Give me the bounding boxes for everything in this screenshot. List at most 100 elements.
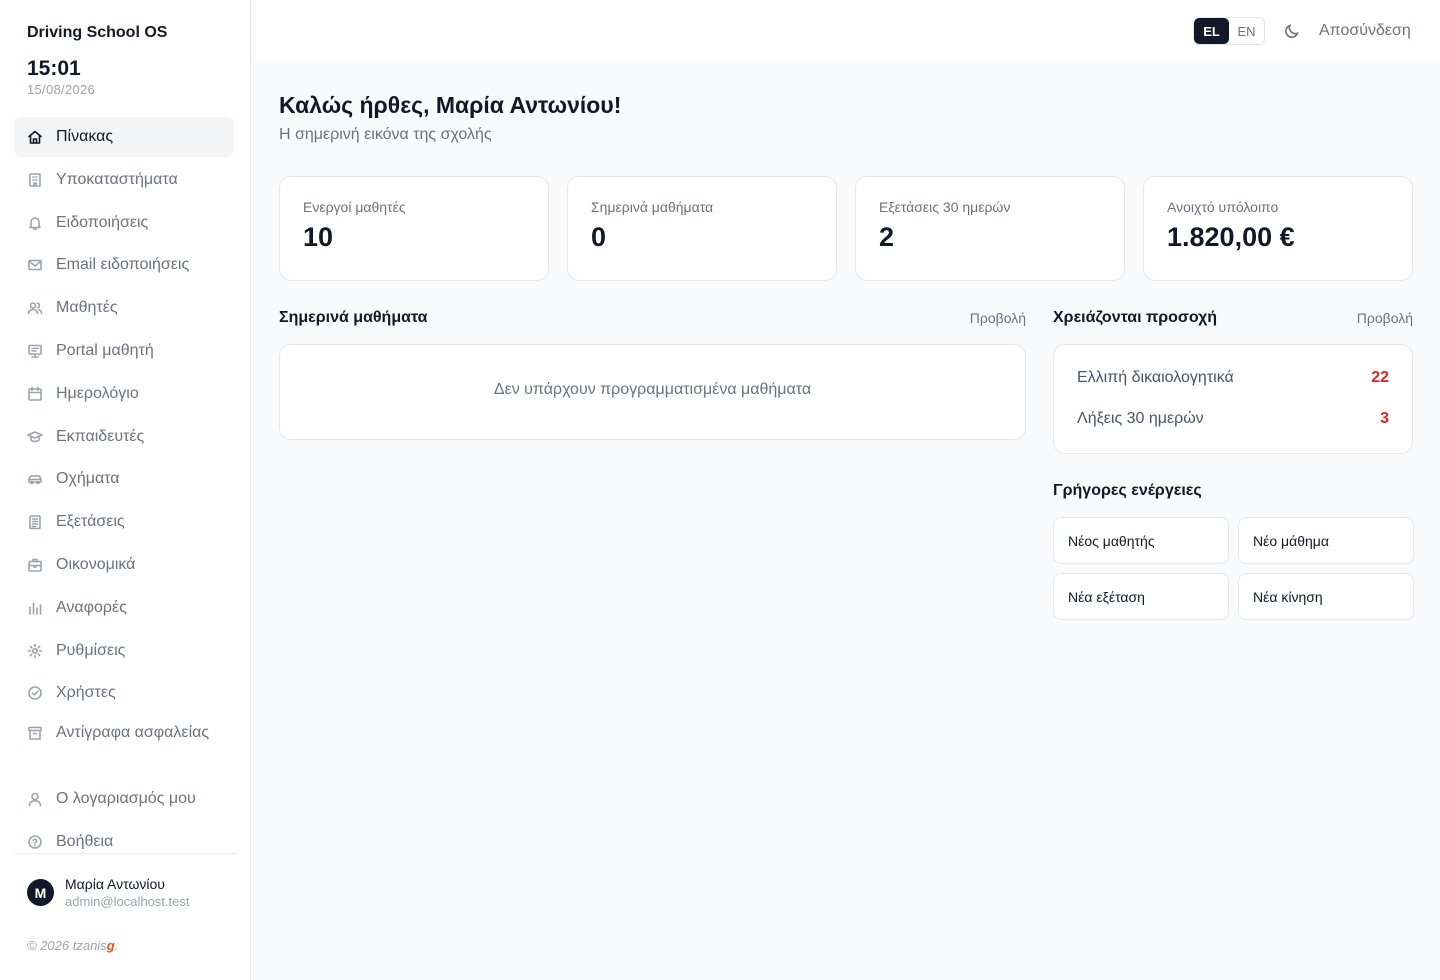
- copyright-accent: g: [106, 938, 115, 953]
- clock-time: 15:01: [27, 57, 81, 80]
- sidebar: Driving School OS 15:01 15/08/2026 Πίνακ…: [0, 0, 251, 980]
- needs-attention-title: Χρειάζονται προσοχή: [1053, 309, 1218, 326]
- lang-en-button[interactable]: EN: [1229, 18, 1264, 44]
- attention-count: 22: [1371, 369, 1389, 386]
- moon-icon[interactable]: [1283, 22, 1301, 40]
- new-lesson-button[interactable]: Νέο μάθημα: [1238, 517, 1414, 564]
- sidebar-divider: [14, 853, 238, 854]
- logout-button[interactable]: Αποσύνδεση: [1319, 22, 1411, 40]
- users-icon: [27, 300, 43, 316]
- language-switch: EL EN: [1193, 17, 1265, 45]
- attention-count: 3: [1380, 410, 1389, 427]
- avatar: M: [27, 879, 54, 906]
- sidebar-item-label: Εξετάσεις: [56, 513, 125, 531]
- help-icon: [27, 834, 43, 849]
- attention-row-expirations[interactable]: Λήξεις 30 ημερών 3: [1077, 410, 1389, 428]
- empty-state-text: Δεν υπάρχουν προγραμματισμένα μαθήματα: [493, 381, 812, 398]
- sidebar-nav: Πίνακας Υποκαταστήματα Ειδοποιήσεις Emai…: [14, 117, 234, 849]
- attention-label: Ελλιπή δικαιολογητικά: [1077, 369, 1234, 386]
- sidebar-item-label: Οικονομικά: [56, 555, 136, 573]
- sidebar-item-instructors[interactable]: Εκπαιδευτές: [14, 417, 234, 457]
- gear-icon: [27, 643, 43, 659]
- user-profile[interactable]: M Μαρία Αντωνίου admin@localhost.test: [27, 876, 189, 909]
- stat-card-open-balance: Ανοιχτό υπόλοιπο 1.820,00 €: [1143, 176, 1413, 281]
- archive-icon: [27, 725, 43, 741]
- sidebar-item-label: Μαθητές: [56, 299, 118, 317]
- app-name: Driving School OS: [27, 24, 168, 41]
- stat-card-active-students: Ενεργοί μαθητές 10: [279, 176, 549, 281]
- mail-icon: [27, 257, 43, 273]
- sidebar-item-backups[interactable]: Αντίγραφα ασφαλείας: [14, 716, 234, 776]
- stat-label: Ενεργοί μαθητές: [303, 199, 406, 215]
- clipboard-icon: [27, 514, 43, 530]
- sidebar-item-dashboard[interactable]: Πίνακας: [14, 117, 234, 157]
- sidebar-item-label: Χρήστες: [56, 684, 116, 702]
- user-name: Μαρία Αντωνίου: [65, 876, 165, 892]
- stat-label: Εξετάσεις 30 ημερών: [879, 199, 1011, 215]
- sidebar-item-finance[interactable]: Οικονομικά: [14, 545, 234, 585]
- page-title: Καλώς ήρθες, Μαρία Αντωνίου!: [279, 92, 622, 118]
- copyright-end: .: [114, 938, 119, 953]
- sidebar-item-label: Πίνακας: [56, 128, 114, 145]
- stat-label: Σημερινά μαθήματα: [591, 199, 714, 215]
- todays-lessons-view-link[interactable]: Προβολή: [970, 310, 1026, 326]
- attention-label: Λήξεις 30 ημερών: [1077, 410, 1204, 427]
- sidebar-item-users[interactable]: Χρήστες: [14, 673, 234, 713]
- briefcase-icon: [27, 557, 43, 573]
- lang-el-button[interactable]: EL: [1194, 18, 1229, 44]
- sidebar-item-label: Οχήματα: [56, 470, 120, 488]
- sidebar-item-email-notifications[interactable]: Email ειδοποιήσεις: [14, 245, 234, 285]
- sidebar-item-label: Email ειδοποιήσεις: [56, 256, 190, 274]
- stat-label: Ανοιχτό υπόλοιπο: [1167, 199, 1279, 215]
- sidebar-item-label: Αναφορές: [56, 598, 127, 616]
- sidebar-item-students[interactable]: Μαθητές: [14, 288, 234, 328]
- todays-lessons-title: Σημερινά μαθήματα: [279, 309, 428, 326]
- new-student-button[interactable]: Νέος μαθητής: [1053, 517, 1229, 564]
- sidebar-item-label: Ο λογαριασμός μου: [56, 789, 196, 807]
- bell-icon: [27, 215, 43, 231]
- building-icon: [27, 172, 43, 188]
- copyright-text: © 2026 tzanis: [27, 938, 107, 953]
- sidebar-item-label: Υποκαταστήματα: [56, 170, 178, 188]
- attention-row-missing-documents[interactable]: Ελλιπή δικαιολογητικά 22: [1077, 369, 1389, 387]
- sidebar-item-label: Εκπαιδευτές: [56, 427, 145, 445]
- quick-actions-title: Γρήγορες ενέργειες: [1053, 482, 1202, 499]
- sidebar-item-exams[interactable]: Εξετάσεις: [14, 502, 234, 542]
- graduation-cap-icon: [27, 429, 43, 445]
- sidebar-item-label: Ειδοποιήσεις: [56, 213, 149, 231]
- sidebar-item-branches[interactable]: Υποκαταστήματα: [14, 160, 234, 200]
- stat-card-todays-lessons: Σημερινά μαθήματα 0: [567, 176, 837, 281]
- sidebar-item-label: Αντίγραφα ασφαλείας: [56, 724, 210, 742]
- bar-chart-icon: [27, 600, 43, 616]
- needs-attention-view-link[interactable]: Προβολή: [1357, 310, 1413, 326]
- sidebar-item-settings[interactable]: Ρυθμίσεις: [14, 631, 234, 671]
- sidebar-item-calendar[interactable]: Ημερολόγιο: [14, 374, 234, 414]
- sidebar-item-vehicles[interactable]: Οχήματα: [14, 459, 234, 499]
- sidebar-item-label: Ρυθμίσεις: [56, 641, 126, 659]
- stat-value: 10: [303, 222, 334, 252]
- sidebar-item-student-portal[interactable]: Portal μαθητή: [14, 331, 234, 371]
- user-icon: [27, 791, 43, 807]
- car-icon: [27, 471, 43, 487]
- page-subtitle: Η σημερινή εικόνα της σχολής: [279, 126, 492, 143]
- sidebar-item-help[interactable]: Βοήθεια: [14, 822, 234, 849]
- check-circle-icon: [27, 685, 43, 701]
- sidebar-item-notifications[interactable]: Ειδοποιήσεις: [14, 203, 234, 243]
- copyright: © 2026 tzanisg.: [27, 938, 118, 953]
- stat-value: 0: [591, 222, 607, 252]
- stat-card-exams-30-days: Εξετάσεις 30 ημερών 2: [855, 176, 1125, 281]
- stat-value: 2: [879, 222, 895, 252]
- stat-value: 1.820,00 €: [1167, 222, 1295, 252]
- monitor-icon: [27, 343, 43, 359]
- top-bar: EL EN Αποσύνδεση: [252, 0, 1440, 62]
- sidebar-item-reports[interactable]: Αναφορές: [14, 588, 234, 628]
- new-transaction-button[interactable]: Νέα κίνηση: [1238, 573, 1414, 620]
- user-email: admin@localhost.test: [65, 894, 190, 909]
- new-exam-button[interactable]: Νέα εξέταση: [1053, 573, 1229, 620]
- clock-date: 15/08/2026: [27, 82, 96, 97]
- sidebar-item-label: Ημερολόγιο: [56, 384, 139, 402]
- sidebar-item-label: Portal μαθητή: [56, 341, 154, 359]
- home-icon: [27, 129, 43, 145]
- calendar-icon: [27, 386, 43, 402]
- sidebar-item-my-account[interactable]: Ο λογαριασμός μου: [14, 779, 234, 819]
